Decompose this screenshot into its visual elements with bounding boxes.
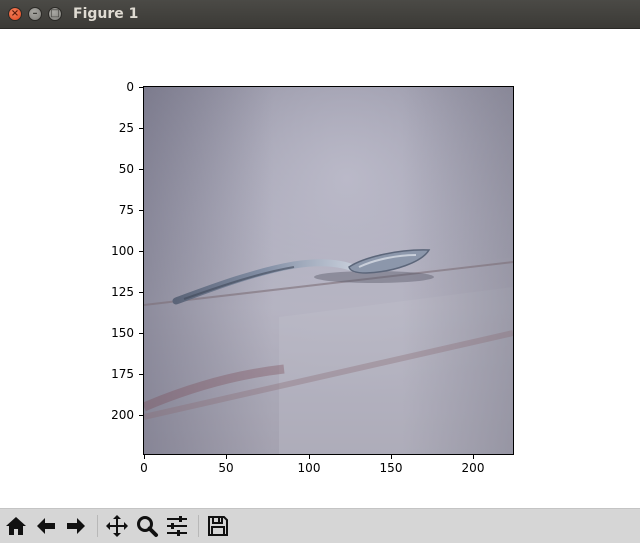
- y-tick-mark: [139, 333, 143, 334]
- x-tick-mark: [391, 455, 392, 459]
- back-button[interactable]: [33, 513, 59, 539]
- y-tick-mark: [139, 415, 143, 416]
- y-tick-label: 100: [111, 244, 134, 258]
- y-tick-label: 200: [111, 408, 134, 422]
- zoom-magnifier-icon: [137, 516, 158, 537]
- save-floppy-icon: [208, 516, 228, 536]
- y-tick-mark: [139, 128, 143, 129]
- y-tick-label: 0: [126, 80, 134, 94]
- toolbar-separator: [198, 515, 199, 537]
- maximize-window-button[interactable]: □: [48, 7, 62, 21]
- x-tick-mark: [144, 455, 145, 459]
- y-tick-mark: [139, 251, 143, 252]
- zoom-button[interactable]: [134, 513, 160, 539]
- subplots-sliders-icon: [167, 516, 187, 536]
- forward-arrow-icon: [67, 518, 85, 534]
- y-tick-mark: [139, 374, 143, 375]
- maximize-icon: □: [50, 8, 60, 19]
- y-tick-label: 125: [111, 285, 134, 299]
- configure-subplots-button[interactable]: [164, 513, 190, 539]
- x-tick-label: 150: [379, 461, 403, 475]
- y-tick-label: 175: [111, 367, 134, 381]
- x-tick-label: 0: [140, 461, 148, 475]
- x-tick-mark: [473, 455, 474, 459]
- y-tick-label: 75: [118, 203, 134, 217]
- x-tick-label: 200: [461, 461, 485, 475]
- spoon-photo-image: [144, 87, 513, 454]
- home-icon: [6, 517, 26, 535]
- back-arrow-icon: [37, 518, 55, 534]
- y-tick-label: 25: [118, 121, 134, 135]
- window-titlebar: × – □ Figure 1: [0, 0, 640, 29]
- x-tick-label: 50: [218, 461, 234, 475]
- pan-button[interactable]: [104, 513, 130, 539]
- image-axes[interactable]: [143, 86, 514, 455]
- y-tick-mark: [139, 87, 143, 88]
- window-title: Figure 1: [73, 6, 139, 22]
- minimize-window-button[interactable]: –: [28, 7, 42, 21]
- navigation-toolbar: [0, 508, 640, 543]
- y-tick-mark: [139, 292, 143, 293]
- x-tick-mark: [309, 455, 310, 459]
- save-button[interactable]: [205, 513, 231, 539]
- forward-button[interactable]: [63, 513, 89, 539]
- pan-move-icon: [106, 515, 128, 537]
- y-tick-label: 50: [118, 162, 134, 176]
- x-tick-mark: [226, 455, 227, 459]
- close-icon: ×: [10, 8, 20, 19]
- close-window-button[interactable]: ×: [8, 7, 22, 21]
- y-tick-mark: [139, 169, 143, 170]
- x-tick-label: 100: [297, 461, 321, 475]
- y-tick-mark: [139, 210, 143, 211]
- y-tick-label: 150: [111, 326, 134, 340]
- home-button[interactable]: [3, 513, 29, 539]
- minimize-icon: –: [32, 8, 38, 19]
- toolbar-separator: [97, 515, 98, 537]
